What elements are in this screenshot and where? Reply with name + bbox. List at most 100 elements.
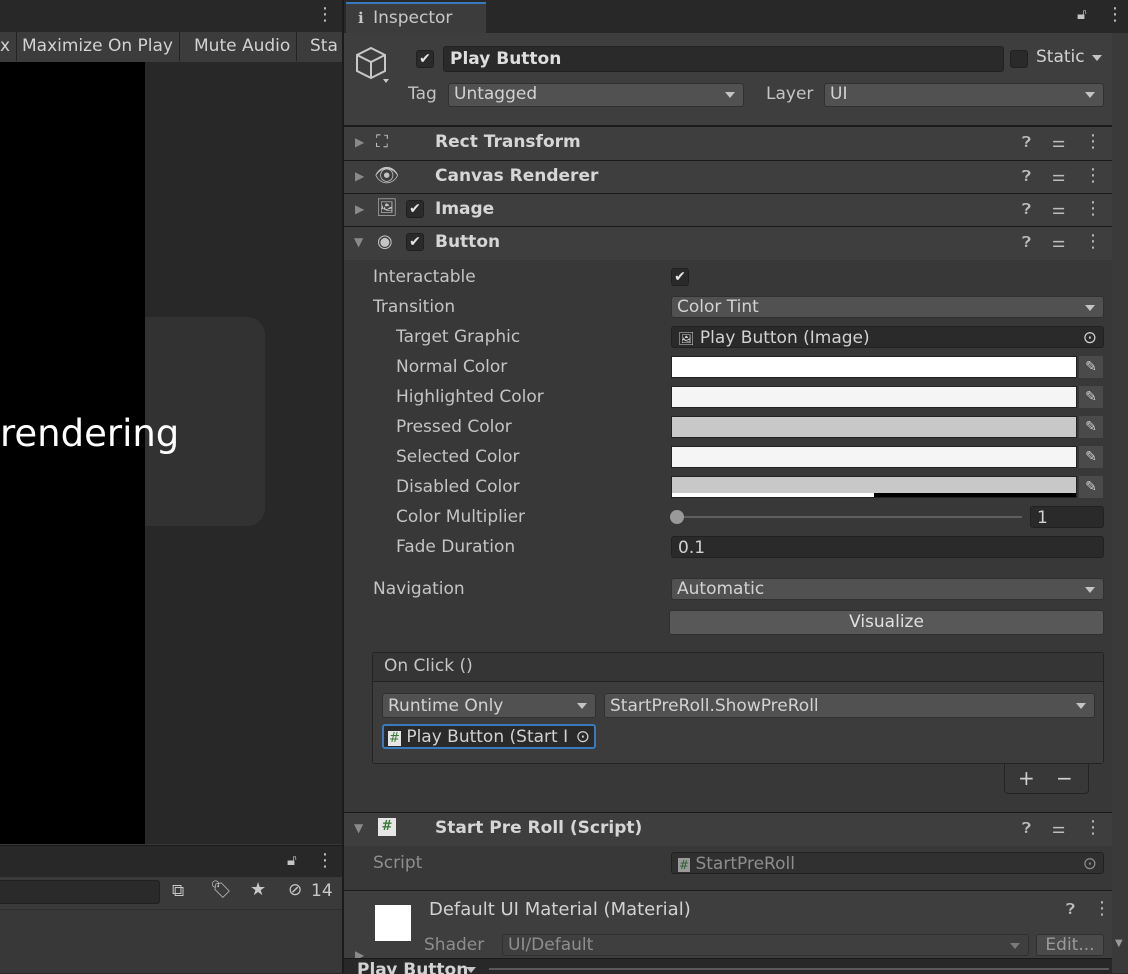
filter-by-type-icon[interactable]: ⧉ [172, 881, 184, 901]
normal-color-swatch[interactable] [671, 356, 1077, 378]
lock-icon[interactable]: 🔓︎ [1077, 5, 1087, 23]
shader-dropdown[interactable]: UI/Default [502, 934, 1029, 956]
foldout-arrow-icon[interactable]: ▶ [355, 135, 364, 149]
more-menu-icon[interactable]: ⋮ [1093, 898, 1111, 919]
search-input[interactable] [0, 880, 160, 904]
help-icon[interactable]: ❓︎ [1022, 819, 1031, 837]
help-icon[interactable]: ❓︎ [1066, 900, 1075, 918]
fade-duration-field[interactable]: 0.1 [671, 536, 1104, 558]
tab-inspector[interactable]: ℹ Inspector [346, 2, 486, 33]
stats-button[interactable]: Sta [304, 32, 344, 61]
foldout-arrow-icon[interactable]: ▶ [355, 202, 364, 216]
color-multiplier-slider-thumb[interactable] [670, 510, 684, 524]
disabled-color-swatch[interactable] [671, 476, 1077, 498]
presets-icon[interactable]: ⚌ [1052, 233, 1065, 251]
help-icon[interactable]: ❓︎ [1022, 167, 1031, 185]
chevron-down-icon [577, 703, 587, 709]
preview-handle[interactable] [489, 968, 1109, 970]
visualize-button[interactable]: Visualize [669, 610, 1104, 635]
presets-icon[interactable]: ⚌ [1052, 133, 1065, 151]
chevron-down-icon [725, 92, 735, 98]
eyedropper-icon[interactable]: ✎ [1079, 446, 1103, 468]
target-object-field[interactable]: # Play Button (Start I ⊙ [382, 724, 596, 749]
component-title: Image [435, 199, 495, 219]
gameobject-name-field[interactable]: Play Button [443, 46, 1004, 72]
navigation-dropdown[interactable]: Automatic [671, 578, 1104, 600]
add-listener-button[interactable]: + [1018, 766, 1035, 790]
static-dropdown[interactable]: Static [1036, 47, 1106, 69]
transition-dropdown[interactable]: Color Tint [671, 296, 1104, 318]
help-icon[interactable]: ❓︎ [1022, 200, 1031, 218]
on-click-header [373, 653, 1103, 682]
static-checkbox[interactable] [1010, 50, 1028, 68]
selected-color-swatch[interactable] [671, 446, 1077, 468]
interactable-checkbox[interactable]: ✔ [671, 268, 689, 286]
rect-transform-icon: ⛶ [376, 132, 388, 152]
layer-label: Layer [766, 84, 814, 104]
scroll-down-arrow-icon[interactable]: ▼ [1115, 938, 1123, 949]
presets-icon[interactable]: ⚌ [1052, 200, 1065, 218]
tag-label: Tag [408, 84, 437, 104]
button-enabled-checkbox[interactable]: ✔ [406, 233, 424, 251]
function-dropdown[interactable]: StartPreRoll.ShowPreRoll [604, 693, 1095, 718]
navigation-value: Automatic [677, 579, 765, 599]
pressed-color-swatch[interactable] [671, 416, 1077, 438]
layer-dropdown[interactable]: UI [824, 83, 1104, 107]
presets-icon[interactable]: ⚌ [1052, 167, 1065, 185]
more-menu-icon[interactable]: ⋮ [1084, 198, 1102, 219]
eyedropper-icon[interactable]: ✎ [1079, 416, 1103, 438]
shader-label: Shader [424, 935, 485, 955]
favorites-star-icon[interactable]: ★ [250, 879, 266, 900]
presets-icon[interactable]: ⚌ [1052, 819, 1065, 837]
maximize-on-play-button[interactable]: Maximize On Play [16, 32, 180, 61]
gameobject-active-checkbox[interactable]: ✔ [416, 50, 434, 68]
filter-by-label-icon[interactable]: 🏷︎ [210, 880, 232, 900]
component-title: Button [435, 232, 501, 252]
chevron-down-icon [1092, 55, 1102, 61]
foldout-open-arrow-icon[interactable]: ▼ [354, 821, 363, 835]
script-value: StartPreRoll [695, 854, 795, 874]
runtime-mode-dropdown[interactable]: Runtime Only [382, 693, 596, 718]
material-title: Default UI Material (Material) [429, 899, 691, 920]
button-icon: ◉ [377, 231, 393, 252]
disabled-color-label: Disabled Color [396, 477, 520, 497]
eyedropper-icon[interactable]: ✎ [1079, 476, 1103, 498]
image-enabled-checkbox[interactable]: ✔ [406, 200, 424, 218]
lock-icon[interactable]: 🔓︎ [287, 851, 297, 869]
more-menu-icon[interactable]: ⋮ [316, 850, 334, 871]
more-menu-icon[interactable]: ⋮ [1084, 817, 1102, 838]
foldout-arrow-icon[interactable]: ▶ [355, 169, 364, 183]
more-menu-icon[interactable]: ⋮ [316, 4, 334, 25]
highlighted-color-swatch[interactable] [671, 386, 1077, 408]
edit-shader-button[interactable]: Edit... [1036, 934, 1104, 956]
eyedropper-icon[interactable]: ✎ [1079, 356, 1103, 378]
mute-audio-button[interactable]: Mute Audio [188, 32, 298, 61]
toolbar-partial-button[interactable]: x [0, 32, 18, 61]
inspector-scrollbar[interactable]: ▼ [1112, 33, 1128, 973]
help-icon[interactable]: ❓︎ [1022, 133, 1031, 151]
normal-color-label: Normal Color [396, 357, 508, 377]
more-menu-icon[interactable]: ⋮ [1084, 231, 1102, 252]
chevron-down-icon[interactable] [466, 967, 476, 973]
project-content-lower [0, 939, 342, 973]
hidden-packages-icon[interactable]: ⊘ [288, 880, 302, 900]
tag-dropdown[interactable]: Untagged [448, 83, 744, 107]
tag-value: Untagged [454, 84, 538, 104]
more-menu-icon[interactable]: ⋮ [1084, 131, 1102, 152]
chevron-down-icon [1010, 943, 1020, 949]
game-view-tabbar: ⋮ [0, 0, 342, 33]
chevron-down-icon [1085, 305, 1095, 311]
object-picker-icon[interactable]: ⊙ [1083, 327, 1097, 347]
script-hash-icon: # [678, 858, 691, 872]
color-multiplier-slider-track[interactable] [677, 516, 1022, 518]
remove-listener-button[interactable]: − [1056, 766, 1073, 790]
color-multiplier-field[interactable]: 1 [1030, 506, 1104, 528]
object-picker-icon[interactable]: ⊙ [575, 726, 590, 747]
foldout-open-arrow-icon[interactable]: ▼ [354, 235, 363, 249]
more-menu-icon[interactable]: ⋮ [1106, 4, 1124, 25]
help-icon[interactable]: ❓︎ [1022, 233, 1031, 251]
target-graphic-field[interactable]: 🖼︎ Play Button (Image) ⊙ [671, 326, 1104, 348]
component-title: Start Pre Roll (Script) [435, 818, 643, 838]
eyedropper-icon[interactable]: ✎ [1079, 386, 1103, 408]
more-menu-icon[interactable]: ⋮ [1084, 165, 1102, 186]
